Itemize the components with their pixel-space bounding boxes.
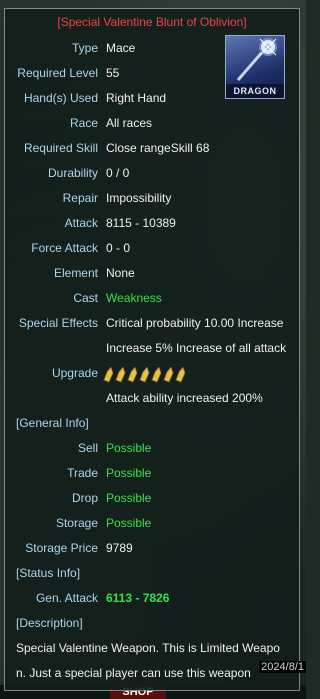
prop-value: Critical probability 10.00 Increase bbox=[106, 316, 284, 330]
description-line: Special Valentine Weapon. This is Limite… bbox=[16, 641, 280, 655]
section-header: [Status Info] bbox=[16, 566, 81, 580]
prop-label: Force Attack bbox=[31, 241, 98, 255]
prop-value: 0 - 0 bbox=[106, 241, 131, 255]
prop-force-attack: Force Attack 0 - 0 bbox=[5, 241, 299, 259]
upgrade-note: Attack ability increased 200% bbox=[5, 391, 299, 409]
info-label: Storage bbox=[55, 516, 98, 530]
status-info-header: [Status Info] bbox=[5, 566, 299, 584]
status-gen-attack: Gen. Attack 6113 - 7826 bbox=[5, 591, 299, 609]
info-storage: Storage Possible bbox=[5, 516, 299, 534]
upgrade-note-text: Attack ability increased 200% bbox=[106, 391, 263, 405]
upgrade-star-icon bbox=[127, 367, 138, 383]
prop-label: Type bbox=[71, 41, 98, 55]
prop-value: Close rangeSkill 68 bbox=[106, 141, 210, 155]
prop-type: Type Mace bbox=[5, 41, 299, 59]
prop-label: Required Level bbox=[17, 66, 98, 80]
prop-value: 0 / 0 bbox=[106, 166, 130, 180]
upgrade-star-icon bbox=[163, 367, 174, 383]
description-text: Special Valentine Weapon. This is Limite… bbox=[16, 636, 292, 686]
info-trade: Trade Possible bbox=[5, 466, 299, 484]
info-storage-price: Storage Price 9789 bbox=[5, 541, 299, 559]
prop-label: Race bbox=[69, 116, 98, 130]
section-header: [Description] bbox=[16, 616, 83, 630]
status-value: 6113 - 7826 bbox=[106, 591, 170, 605]
info-label: Storage Price bbox=[25, 541, 98, 555]
general-info-header: [General Info] bbox=[5, 416, 299, 434]
info-label: Drop bbox=[71, 491, 98, 505]
prop-durability: Durability 0 / 0 bbox=[5, 166, 299, 184]
prop-required-level: Required Level 55 bbox=[5, 66, 299, 84]
upgrade-label: Upgrade bbox=[51, 366, 98, 380]
prop-value: Weakness bbox=[106, 291, 162, 305]
prop-value: Impossibility bbox=[106, 191, 172, 205]
prop-repair: Repair Impossibility bbox=[5, 191, 299, 209]
prop-label: Special Effects bbox=[18, 316, 98, 330]
info-drop: Drop Possible bbox=[5, 491, 299, 509]
prop-label: Element bbox=[53, 266, 98, 280]
prop-cast: Cast Weakness bbox=[5, 291, 299, 309]
special-effects-extra: Increase 5% Increase of all attack bbox=[5, 341, 299, 359]
info-value: 9789 bbox=[106, 541, 133, 555]
prop-value: None bbox=[106, 266, 135, 280]
upgrade-star-icon bbox=[139, 367, 150, 383]
upgrade-star-icon bbox=[175, 367, 186, 383]
prop-value: Right Hand bbox=[106, 91, 167, 105]
info-value: Possible bbox=[106, 441, 152, 455]
upgrade-star-icon bbox=[151, 367, 162, 383]
prop-value: 55 bbox=[106, 66, 120, 80]
special-effects-extra-text: Increase 5% Increase of all attack bbox=[106, 341, 287, 355]
prop-required-skill: Required Skill Close rangeSkill 68 bbox=[5, 141, 299, 159]
section-header: [General Info] bbox=[16, 416, 89, 430]
upgrade-star-icon bbox=[103, 367, 114, 383]
info-value: Possible bbox=[106, 516, 152, 530]
prop-special-effects: Special Effects Critical probability 10.… bbox=[5, 316, 299, 334]
info-label: Sell bbox=[77, 441, 98, 455]
prop-value: Mace bbox=[106, 41, 136, 55]
prop-value: 8115 - 10389 bbox=[106, 216, 176, 230]
prop-label: Cast bbox=[73, 291, 98, 305]
prop-race: Race All races bbox=[5, 116, 299, 134]
prop-hands-used: Hand(s) Used Right Hand bbox=[5, 91, 299, 109]
info-value: Possible bbox=[106, 491, 152, 505]
prop-label: Required Skill bbox=[23, 141, 98, 155]
description-line: n. Just a special player can use this we… bbox=[16, 666, 251, 680]
prop-attack: Attack 8115 - 10389 bbox=[5, 216, 299, 234]
upgrade-star-icon bbox=[115, 367, 126, 383]
prop-label: Hand(s) Used bbox=[23, 91, 98, 105]
item-name: [Special Valentine Blunt of Oblivion] bbox=[57, 15, 247, 29]
item-tooltip: [Special Valentine Blunt of Oblivion] DR… bbox=[4, 8, 300, 691]
prop-element: Element None bbox=[5, 266, 299, 284]
prop-value: All races bbox=[106, 116, 153, 130]
upgrade-stars bbox=[103, 367, 186, 383]
info-label: Trade bbox=[67, 466, 98, 480]
description-header: [Description] bbox=[5, 616, 299, 634]
prop-label: Durability bbox=[47, 166, 98, 180]
status-label: Gen. Attack bbox=[35, 591, 98, 605]
prop-label: Repair bbox=[62, 191, 98, 205]
info-value: Possible bbox=[106, 466, 152, 480]
upgrade-row: Upgrade bbox=[5, 366, 299, 384]
clock: 2024/8/1 bbox=[259, 661, 306, 673]
prop-label: Attack bbox=[64, 216, 98, 230]
info-sell: Sell Possible bbox=[5, 441, 299, 459]
